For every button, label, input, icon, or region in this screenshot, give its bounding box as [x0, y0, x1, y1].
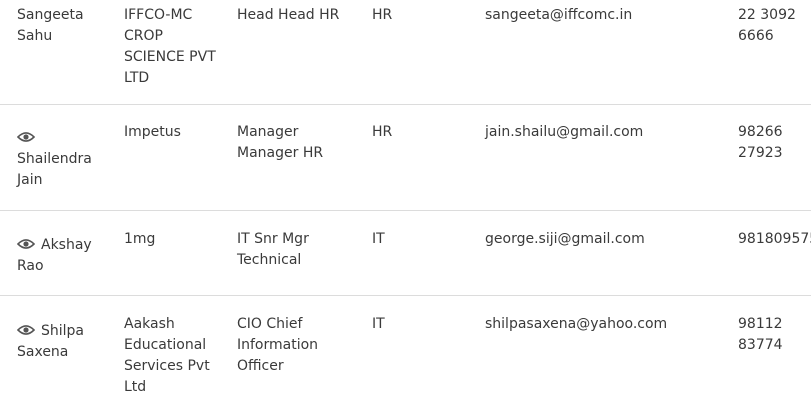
email: george.siji@gmail.com	[485, 231, 645, 247]
contact-name: Shailendra Jain	[17, 128, 107, 191]
last-name: Sahu	[17, 28, 53, 44]
department: IT	[372, 231, 385, 247]
designation: Head Head HR	[237, 7, 340, 23]
contact-name: Akshay Rao	[17, 235, 107, 277]
table-row: Sangeeta Sahu IFFCO-MC CROP SCIENCE PVT …	[0, 0, 811, 105]
company: 1mg	[124, 231, 156, 247]
first-name: Shilpa	[41, 323, 85, 339]
table-row: Akshay Rao 1mg IT Snr Mgr Technical IT g…	[0, 211, 811, 296]
department: HR	[372, 124, 393, 140]
eye-icon[interactable]	[17, 131, 35, 143]
contact-name: Sangeeta Sahu	[17, 5, 107, 47]
designation: Manager Manager HR	[237, 124, 324, 161]
contacts-table: Sangeeta Sahu IFFCO-MC CROP SCIENCE PVT …	[0, 0, 811, 401]
company: IFFCO-MC CROP SCIENCE PVT LTD	[124, 7, 216, 86]
phone: 9818095752	[738, 231, 811, 247]
last-name: Rao	[17, 258, 44, 274]
designation: IT Snr Mgr Technical	[237, 231, 309, 268]
table-row: Shailendra Jain Impetus Manager Manager …	[0, 105, 811, 211]
phone: 98112 83774	[738, 316, 783, 353]
company: Aakash Educational Services Pvt Ltd	[124, 316, 210, 395]
email: jain.shailu@gmail.com	[485, 124, 644, 140]
first-name: Sangeeta	[17, 7, 84, 23]
email: shilpasaxena@yahoo.com	[485, 316, 668, 332]
eye-icon[interactable]	[17, 238, 35, 250]
first-name: Shailendra	[17, 151, 92, 167]
designation: CIO Chief Information Officer	[237, 316, 319, 374]
last-name: Saxena	[17, 344, 69, 360]
last-name: Jain	[17, 172, 43, 188]
department: HR	[372, 7, 393, 23]
contact-name: Shilpa Saxena	[17, 321, 107, 363]
department: IT	[372, 316, 385, 332]
first-name: Akshay	[41, 237, 92, 253]
table-row: Shilpa Saxena Aakash Educational Service…	[0, 296, 811, 401]
company: Impetus	[124, 124, 181, 140]
eye-icon[interactable]	[17, 324, 35, 336]
phone: 98266 27923	[738, 124, 783, 161]
email: sangeeta@iffcomc.in	[485, 7, 633, 23]
phone: 22 3092 6666	[738, 7, 796, 44]
